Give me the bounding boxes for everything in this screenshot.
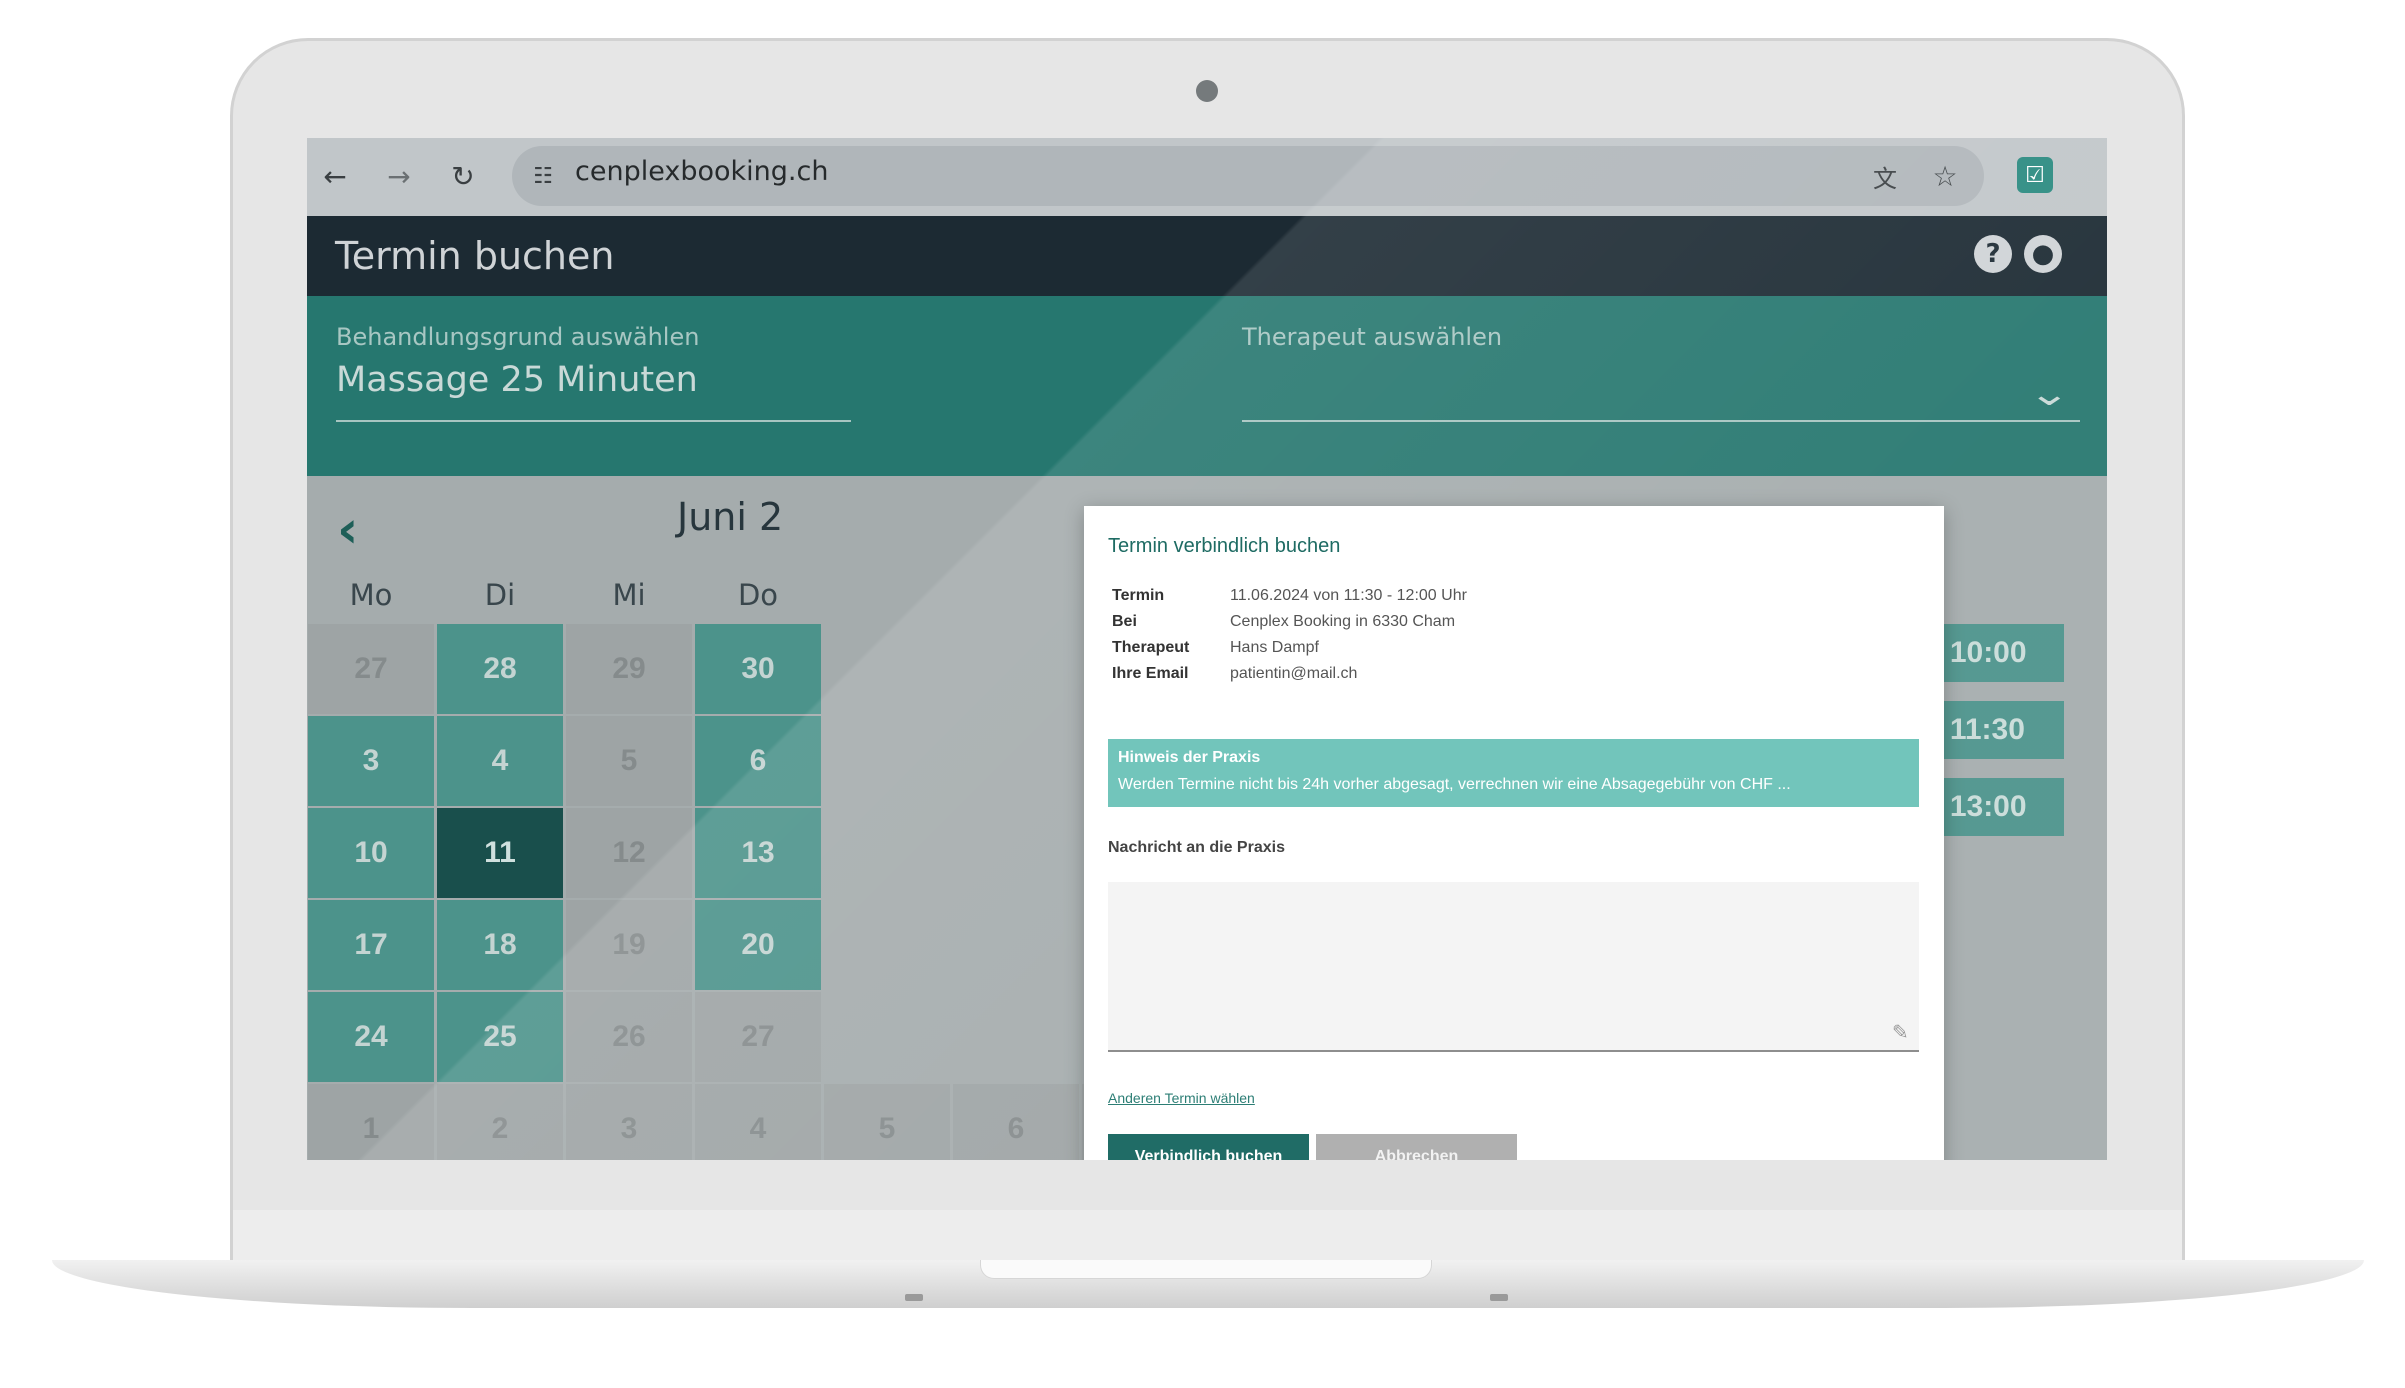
calendar-day: 19 [566,900,692,990]
notice-text: Werden Termine nicht bis 24h vorher abge… [1118,776,1791,793]
calendar-day[interactable]: 6 [695,716,821,806]
calendar-day[interactable]: 28 [437,624,563,714]
message-textarea[interactable] [1108,882,1919,1052]
bookmark-star-icon[interactable]: ☆ [1927,158,1963,194]
dialog-title: Termin verbindlich buchen [1108,535,1341,557]
calendar-day[interactable]: 10 [308,808,434,898]
calendar-day[interactable]: 24 [308,992,434,1082]
detail-key: Therapeut [1112,639,1190,656]
help-icon[interactable]: ? [1974,235,2012,273]
therapist-label: Therapeut auswählen [1242,323,1503,351]
browser-screen: ← → ↻ ☷ cenplexbooking.ch 文 ☆ ☑ Termin b… [307,138,2107,1160]
detail-value: Hans Dampf [1230,639,1319,656]
confirm-booking-button[interactable]: Verbindlich buchen [1108,1134,1309,1160]
booking-dialog: Termin verbindlich buchen Termin 11.06.20… [1084,506,1944,1160]
chevron-down-icon[interactable]: ⌄ [2028,374,2071,414]
browser-toolbar: ← → ↻ ☷ cenplexbooking.ch 文 ☆ ☑ [307,138,2107,216]
extension-icon[interactable]: ☑ [2017,157,2053,193]
laptop-foot-right [1490,1294,1508,1301]
reason-select[interactable]: Massage 25 Minuten [336,360,698,400]
url-text[interactable]: cenplexbooking.ch [575,156,828,187]
calendar-day[interactable]: 20 [695,900,821,990]
laptop-notch [980,1260,1432,1279]
reload-icon[interactable]: ↻ [445,158,481,194]
calendar-day: 29 [566,624,692,714]
calendar-day: 2 [437,1084,563,1160]
calendar-day: 1 [308,1084,434,1160]
calendar-day: 26 [566,992,692,1082]
back-icon[interactable]: ← [317,158,353,194]
month-title: Juni 2 [677,495,784,539]
calendar-day[interactable]: 25 [437,992,563,1082]
detail-value: Cenplex Booking in 6330 Cham [1230,613,1456,630]
calendar-day[interactable]: 13 [695,808,821,898]
camera-icon [1196,80,1218,102]
practice-notice: Hinweis der Praxis Werden Termine nicht … [1108,739,1919,807]
weekday-label: Mo [349,578,393,612]
laptop-bezel-bottom [233,1210,2182,1262]
user-account-icon[interactable]: ● [2024,235,2062,273]
calendar-day: 27 [308,624,434,714]
detail-key: Bei [1112,613,1137,630]
calendar-day[interactable]: 17 [308,900,434,990]
calendar-day: 4 [695,1084,821,1160]
reason-label: Behandlungsgrund auswählen [336,323,700,351]
weekday-label: Do [737,578,779,612]
notice-title: Hinweis der Praxis [1118,749,1261,766]
choose-other-appointment-link[interactable]: Anderen Termin wählen [1108,1090,1255,1106]
translate-icon[interactable]: 文 [1867,158,1903,194]
pencil-icon: ✎ [1892,1020,1909,1044]
cancel-button[interactable]: Abbrechen [1316,1134,1517,1160]
detail-value: patientin@mail.ch [1230,665,1358,682]
page-title: Termin buchen [335,234,615,278]
detail-key: Ihre Email [1112,665,1189,682]
detail-key: Termin [1112,587,1165,604]
weekday-label: Mi [612,578,646,612]
laptop-foot-left [905,1294,923,1301]
prev-month-icon[interactable]: ‹ [337,500,358,560]
site-settings-icon[interactable]: ☷ [525,158,561,194]
forward-icon[interactable]: → [381,158,417,194]
calendar-day: 5 [566,716,692,806]
calendar-day: 27 [695,992,821,1082]
weekday-label: Di [484,578,516,612]
calendar-day: 12 [566,808,692,898]
therapist-underline [1242,420,2080,422]
calendar-day[interactable]: 30 [695,624,821,714]
detail-value: 11.06.2024 von 11:30 - 12:00 Uhr [1230,587,1467,604]
calendar-day[interactable]: 18 [437,900,563,990]
calendar-day: 6 [953,1084,1079,1160]
message-label: Nachricht an die Praxis [1108,839,1285,856]
reason-underline [336,420,851,422]
calendar-day: 5 [824,1084,950,1160]
calendar-day[interactable]: 4 [437,716,563,806]
calendar-day: 3 [566,1084,692,1160]
calendar-day-selected[interactable]: 11 [437,808,563,898]
calendar-day[interactable]: 3 [308,716,434,806]
